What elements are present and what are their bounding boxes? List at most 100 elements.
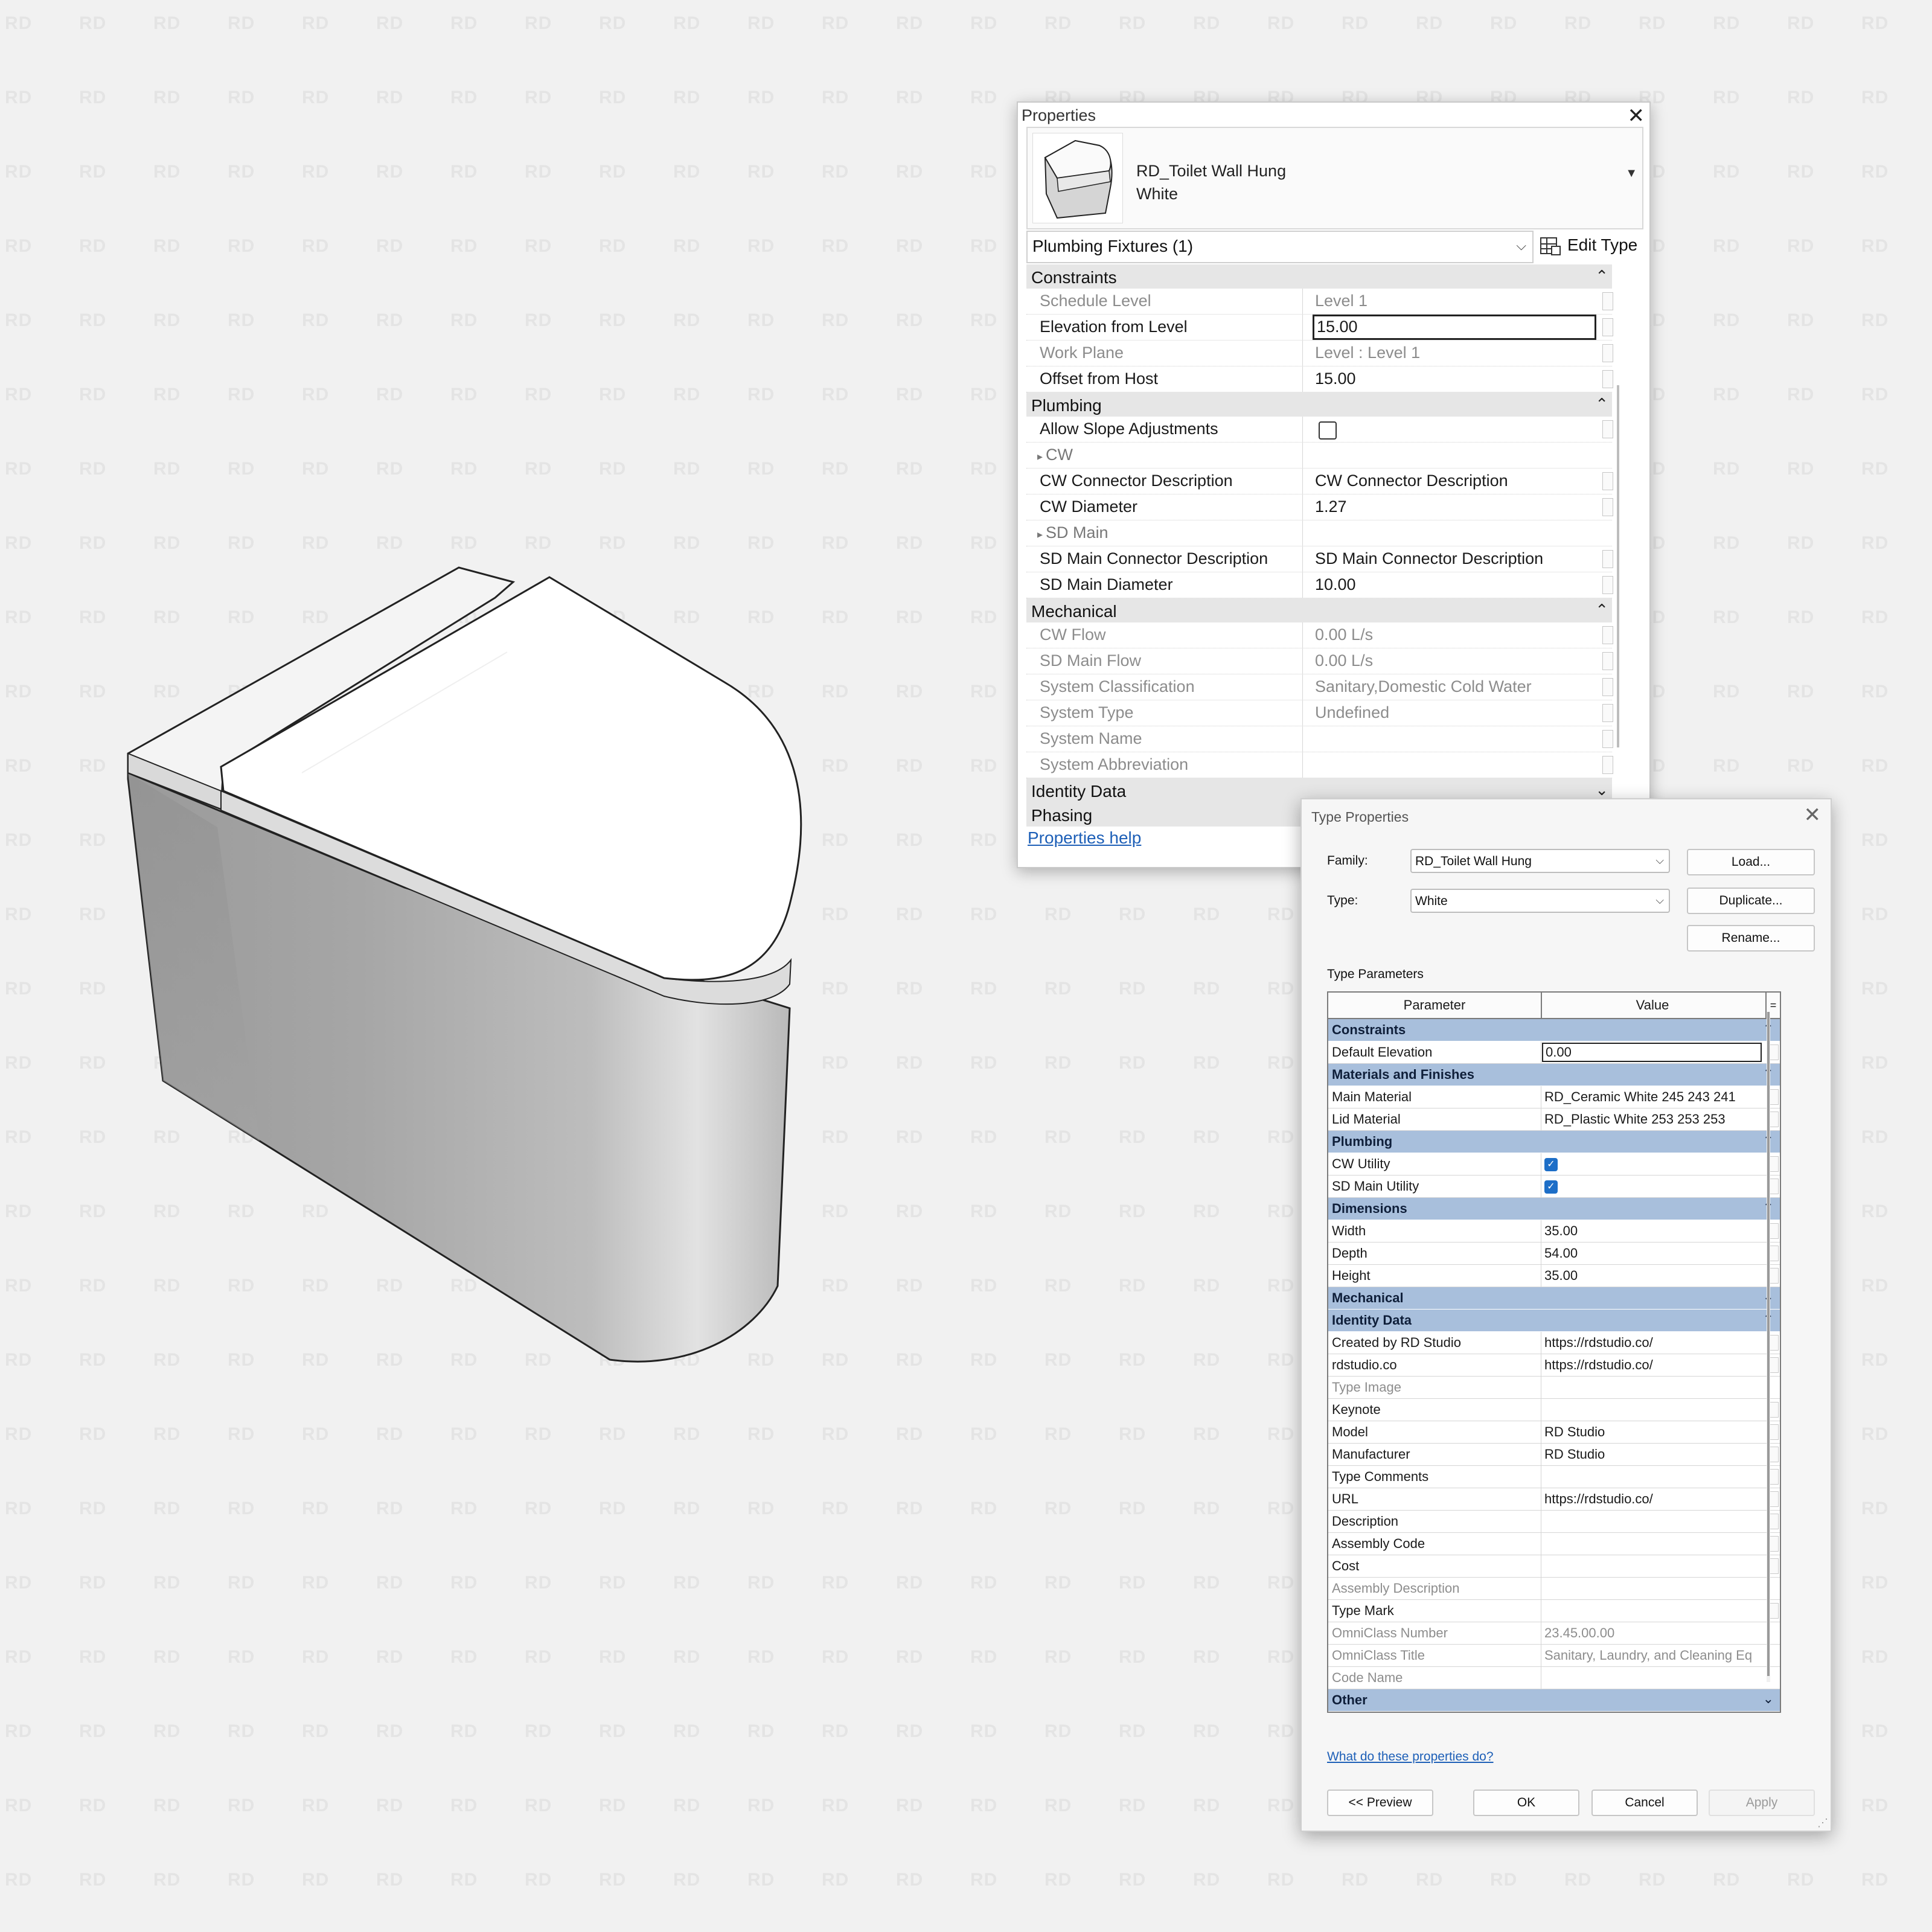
associate-parameter-button[interactable] xyxy=(1769,1603,1779,1619)
group-identity-data[interactable]: Identity Data⌃ xyxy=(1328,1310,1780,1332)
group-dimensions[interactable]: Dimensions⌃ xyxy=(1328,1198,1780,1220)
cancel-button[interactable]: Cancel xyxy=(1591,1790,1698,1816)
associate-parameter-button[interactable] xyxy=(1769,1469,1779,1485)
associate-parameter-button[interactable] xyxy=(1769,1246,1779,1261)
family-select[interactable]: RD_Toilet Wall Hung ⌵ xyxy=(1410,849,1670,873)
associate-parameter-button[interactable] xyxy=(1602,318,1613,336)
parameter-value[interactable] xyxy=(1542,1533,1764,1555)
palette-titlebar[interactable]: Properties ✕ xyxy=(1018,103,1649,127)
associate-parameter-button[interactable] xyxy=(1769,1402,1779,1418)
allow-slope-checkbox[interactable] xyxy=(1319,421,1337,440)
parameter-value[interactable] xyxy=(1542,1399,1764,1421)
associate-parameter-button[interactable] xyxy=(1769,1156,1779,1172)
group-other[interactable]: Other ⌄ xyxy=(1328,1689,1780,1712)
associate-parameter-button[interactable] xyxy=(1602,756,1613,774)
collapse-icon[interactable]: ⌃ xyxy=(1595,395,1608,414)
type-selector[interactable]: RD_Toilet Wall Hung White ▼ xyxy=(1026,127,1643,229)
associate-parameter-button[interactable] xyxy=(1602,626,1613,644)
parameter-value[interactable]: 54.00 xyxy=(1542,1243,1764,1264)
property-value[interactable]: 1.27 xyxy=(1315,494,1599,520)
group-mechanical[interactable]: Mechanical ⌃ xyxy=(1026,598,1612,622)
what-do-these-properties-do-link[interactable]: What do these properties do? xyxy=(1327,1750,1494,1764)
group-plumbing[interactable]: Plumbing⌃ xyxy=(1026,392,1612,417)
instance-filter-dropdown[interactable]: Plumbing Fixtures (1) ⌵ xyxy=(1026,231,1534,263)
duplicate-button[interactable]: Duplicate... xyxy=(1687,888,1815,914)
associate-parameter-button[interactable] xyxy=(1602,704,1613,722)
associate-parameter-button[interactable] xyxy=(1769,1514,1779,1529)
palette-scrollbar[interactable] xyxy=(1616,264,1620,747)
associate-parameter-button[interactable] xyxy=(1769,1179,1779,1194)
parameter-value[interactable]: 35.00 xyxy=(1542,1265,1764,1287)
group-materials-and-finishes[interactable]: Materials and Finishes⌃ xyxy=(1328,1064,1780,1086)
checkbox-checked-icon[interactable]: ✓ xyxy=(1544,1158,1558,1171)
group-plumbing[interactable]: Plumbing⌃ xyxy=(1328,1131,1780,1153)
associate-parameter-button[interactable] xyxy=(1769,1223,1779,1239)
parameter-value[interactable]: https://rdstudio.co/ xyxy=(1542,1332,1764,1354)
rename-button[interactable]: Rename... xyxy=(1687,925,1815,952)
property-value[interactable]: SD Main Connector Description xyxy=(1315,546,1599,572)
associate-parameter-button[interactable] xyxy=(1602,678,1613,696)
property-value[interactable]: 10.00 xyxy=(1315,572,1599,598)
associate-parameter-button[interactable] xyxy=(1769,1112,1779,1127)
parameter-value[interactable]: RD Studio xyxy=(1542,1444,1764,1465)
close-icon[interactable]: ✕ xyxy=(1804,803,1822,827)
edit-type-button[interactable]: Edit Type xyxy=(1537,231,1642,261)
associate-parameter-button[interactable] xyxy=(1769,1268,1779,1284)
expand-arrow-icon[interactable]: ▸ xyxy=(1037,528,1046,540)
parameter-value[interactable]: https://rdstudio.co/ xyxy=(1542,1488,1764,1510)
associate-parameter-button[interactable] xyxy=(1602,652,1613,670)
associate-parameter-button[interactable] xyxy=(1602,370,1613,388)
apply-button[interactable]: Apply xyxy=(1709,1790,1815,1816)
parameter-value[interactable] xyxy=(1542,1555,1764,1577)
property-value[interactable]: 15.00 xyxy=(1313,315,1596,340)
parameter-value[interactable]: RD_Ceramic White 245 243 241 xyxy=(1542,1086,1764,1108)
chevron-down-icon[interactable]: ⌵ xyxy=(1516,238,1526,254)
close-icon[interactable]: ✕ xyxy=(1628,104,1645,128)
associate-parameter-button[interactable] xyxy=(1602,550,1613,568)
table-scrollbar[interactable] xyxy=(1767,1012,1770,1682)
associate-parameter-button[interactable] xyxy=(1769,1335,1779,1351)
preview-button[interactable]: << Preview xyxy=(1327,1790,1433,1816)
parameter-value[interactable]: https://rdstudio.co/ xyxy=(1542,1354,1764,1376)
associate-parameter-button[interactable] xyxy=(1602,730,1613,748)
parameter-value[interactable]: 0.00 xyxy=(1542,1043,1762,1062)
parameter-value[interactable] xyxy=(1542,1466,1764,1488)
parameter-value[interactable]: 35.00 xyxy=(1542,1220,1764,1242)
column-header-value[interactable]: Value xyxy=(1542,993,1763,1018)
associate-parameter-button[interactable] xyxy=(1769,1357,1779,1373)
parameter-value[interactable] xyxy=(1542,1600,1764,1622)
associate-parameter-button[interactable] xyxy=(1602,420,1613,438)
column-header-parameter[interactable]: Parameter xyxy=(1328,993,1542,1018)
associate-parameter-button[interactable] xyxy=(1602,292,1613,310)
associate-parameter-button[interactable] xyxy=(1769,1089,1779,1105)
associate-parameter-button[interactable] xyxy=(1769,1044,1779,1060)
associate-parameter-button[interactable] xyxy=(1769,1558,1779,1574)
collapse-icon[interactable]: ⌃ xyxy=(1595,601,1608,619)
expand-icon[interactable]: ⌄ xyxy=(1595,781,1608,799)
parameter-value[interactable] xyxy=(1542,1511,1764,1532)
associate-parameter-button[interactable] xyxy=(1602,472,1613,490)
load-button[interactable]: Load... xyxy=(1687,849,1815,875)
collapse-icon[interactable]: ⌃ xyxy=(1595,267,1608,286)
type-dropdown-icon[interactable]: ▼ xyxy=(1625,167,1637,181)
checkbox-checked-icon[interactable]: ✓ xyxy=(1544,1180,1558,1194)
group-mechanical[interactable]: Mechanical⌄ xyxy=(1328,1287,1780,1310)
associate-parameter-button[interactable] xyxy=(1769,1491,1779,1507)
associate-parameter-button[interactable] xyxy=(1602,576,1613,594)
associate-parameter-button[interactable] xyxy=(1602,344,1613,362)
associate-parameter-button[interactable] xyxy=(1602,498,1613,516)
expand-icon[interactable]: ⌄ xyxy=(1763,1691,1774,1707)
resize-grip-icon[interactable]: ⋰ xyxy=(1817,1817,1828,1829)
property-value[interactable]: 15.00 xyxy=(1315,366,1599,392)
property-value[interactable]: CW Connector Description xyxy=(1315,469,1599,494)
type-select[interactable]: White ⌵ xyxy=(1410,889,1670,913)
associate-parameter-button[interactable] xyxy=(1769,1447,1779,1462)
group-constraints[interactable]: Constraints⌃ xyxy=(1328,1019,1780,1041)
ok-button[interactable]: OK xyxy=(1473,1790,1579,1816)
properties-help-link[interactable]: Properties help xyxy=(1028,828,1141,848)
group-constraints[interactable]: Constraints⌃ xyxy=(1026,264,1612,289)
associate-parameter-button[interactable] xyxy=(1769,1536,1779,1552)
parameter-value[interactable]: RD Studio xyxy=(1542,1421,1764,1443)
associate-parameter-button[interactable] xyxy=(1769,1424,1779,1440)
parameter-value[interactable]: RD_Plastic White 253 253 253 xyxy=(1542,1108,1764,1130)
